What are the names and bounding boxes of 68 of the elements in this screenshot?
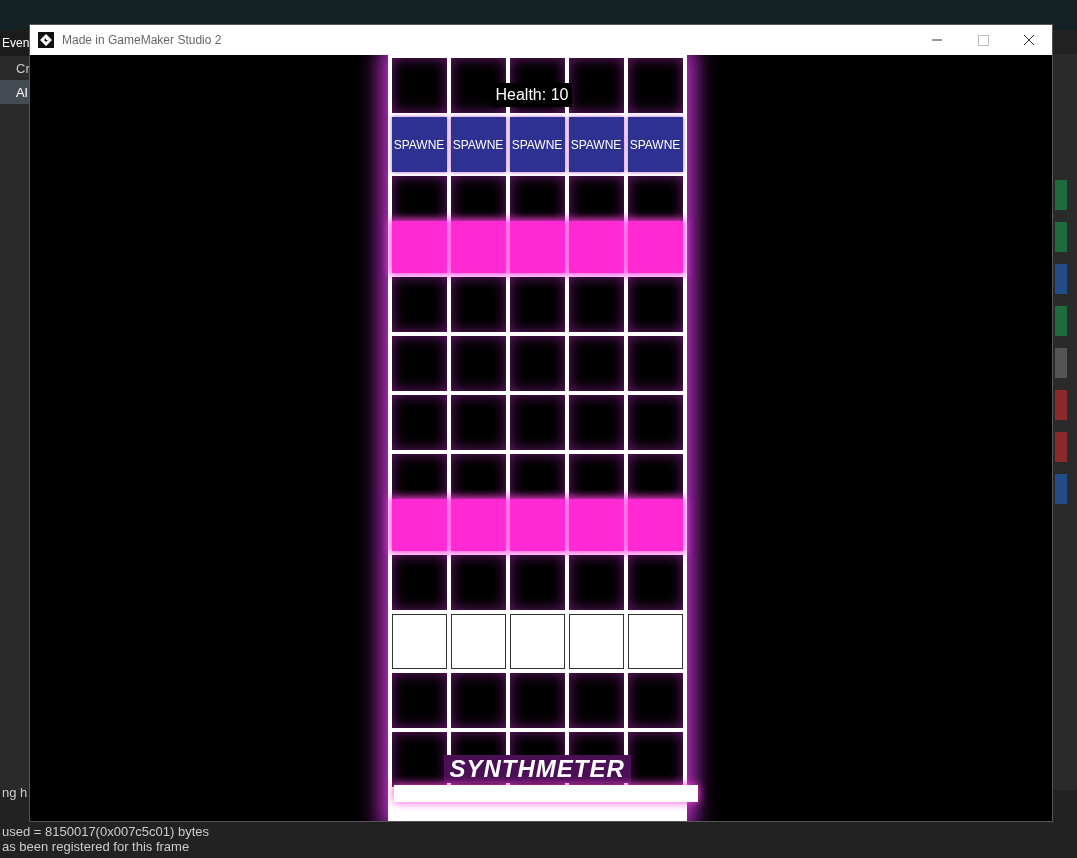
window-title: Made in GameMaker Studio 2 (62, 32, 222, 49)
tool-button[interactable] (1055, 474, 1067, 504)
lane-cell (391, 277, 447, 332)
note-block (391, 221, 447, 273)
lane-cell (509, 277, 565, 332)
lane-cell (568, 395, 624, 450)
tool-button[interactable] (1055, 348, 1067, 378)
spawner-cell: SPAWNE (627, 117, 683, 172)
game-logo: SYNTHMETER (443, 755, 631, 783)
lane-cell (627, 555, 683, 610)
output-line: as been registered for this frame (1, 839, 191, 854)
lane-cell (450, 336, 506, 391)
note-block (627, 499, 683, 551)
lane-cell (509, 673, 565, 728)
lane-cell (391, 732, 447, 787)
spawner-cell: SPAWNE (391, 117, 447, 172)
lane-cell (627, 395, 683, 450)
lane-cell (450, 673, 506, 728)
note-block (509, 499, 565, 551)
lane-cell (509, 336, 565, 391)
note-block (568, 499, 624, 551)
lane-cell (509, 395, 565, 450)
tool-button[interactable] (1055, 180, 1067, 210)
lane-cell (568, 58, 624, 113)
event-item[interactable]: Cr (0, 56, 30, 80)
note-block (568, 221, 624, 273)
event-item[interactable]: Al (0, 80, 30, 104)
note-block (509, 221, 565, 273)
tool-button[interactable] (1055, 264, 1067, 294)
note-block (450, 221, 506, 273)
lane-cell (391, 395, 447, 450)
lane-cell (450, 277, 506, 332)
lane-cell (568, 277, 624, 332)
note-block (450, 499, 506, 551)
target-pad (627, 614, 683, 669)
lane-cell (627, 673, 683, 728)
lane-cell (627, 58, 683, 113)
lane-cell (627, 336, 683, 391)
output-line: used = 8150017(0x007c5c01) bytes (1, 824, 211, 839)
target-pad (568, 614, 624, 669)
lane-cell (568, 336, 624, 391)
spawner-cell: SPAWNE (509, 117, 565, 172)
app-icon (38, 32, 54, 48)
lane-cell (627, 732, 683, 787)
tool-button[interactable] (1055, 390, 1067, 420)
spawner-cell: SPAWNE (450, 117, 506, 172)
target-pad (450, 614, 506, 669)
lane-cell (450, 395, 506, 450)
lane-cell (450, 555, 506, 610)
output-line: ng h (1, 784, 28, 802)
health-text: Health: 10 (491, 83, 573, 107)
lane-cell (627, 277, 683, 332)
tool-button[interactable] (1055, 306, 1067, 336)
tab-label[interactable]: Even (0, 30, 30, 56)
spawner-cell: SPAWNE (568, 117, 624, 172)
target-pad (509, 614, 565, 669)
lane-cell (391, 58, 447, 113)
lane-cell (568, 673, 624, 728)
target-pad (391, 614, 447, 669)
lane-cell (391, 555, 447, 610)
lane-cell (391, 673, 447, 728)
lane-cell (509, 555, 565, 610)
lane-cell (391, 336, 447, 391)
tool-button[interactable] (1055, 222, 1067, 252)
lane-cell (568, 555, 624, 610)
note-block (391, 499, 447, 551)
note-block (627, 221, 683, 273)
tool-button[interactable] (1055, 432, 1067, 462)
